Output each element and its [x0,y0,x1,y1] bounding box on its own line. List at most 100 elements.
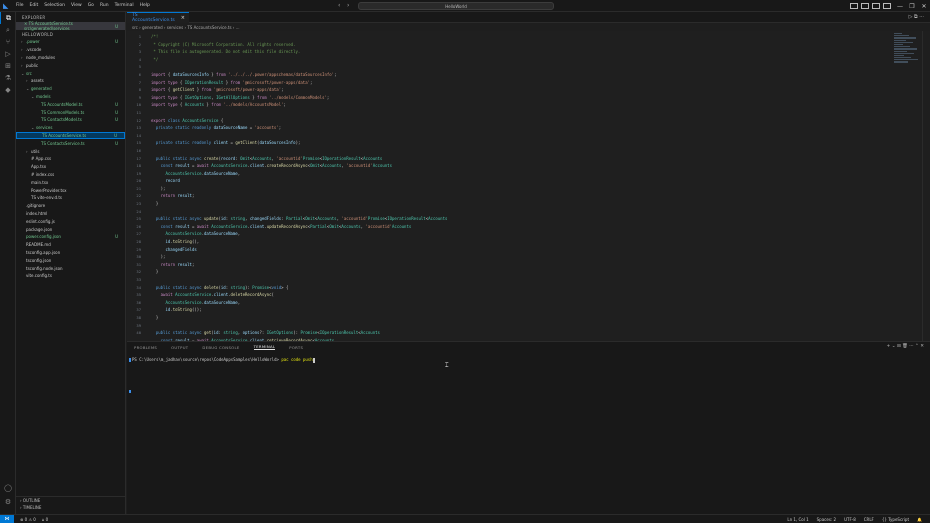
tree-item[interactable]: › node_modules [16,54,125,62]
tree-item[interactable]: # index.css [16,171,125,179]
customize-layout-icon[interactable] [883,3,891,9]
back-arrow-icon[interactable]: ‹ [338,2,340,9]
encoding[interactable]: UTF-8 [844,517,856,522]
forward-arrow-icon[interactable]: › [347,2,349,9]
code-line[interactable] [151,63,891,71]
tree-item[interactable]: index.html [16,210,125,218]
tree-item[interactable]: › .power U [16,38,125,46]
code-line[interactable]: public static async create(record: Omit<… [151,155,891,163]
code-line[interactable]: private static readonly dataSourceName =… [151,124,891,132]
code-line[interactable]: changedFields [151,246,891,254]
menu-edit[interactable]: Edit [30,3,39,8]
code-line[interactable]: AccountsService.dataSourceName, [151,299,891,307]
remote-indicator-icon[interactable]: ⋈ [0,514,14,523]
tab-terminal[interactable]: TERMINAL [253,344,276,350]
tree-item[interactable]: eslint.config.js [16,217,125,225]
tree-item[interactable]: › assets [16,77,125,85]
minimap[interactable] [894,33,920,63]
menu-selection[interactable]: Selection [44,3,65,8]
code-line[interactable] [151,208,891,216]
indentation[interactable]: Spaces: 2 [817,517,836,522]
language-mode[interactable]: {} TypeScript [882,517,909,522]
tree-item[interactable]: power.config.json U [16,233,125,241]
code-line[interactable]: return result; [151,192,891,200]
toggle-secondary-sidebar-icon[interactable] [872,3,880,9]
tree-item[interactable]: PowerProvider.tsx [16,186,125,194]
code-line[interactable]: import type { IOperationResult } from '@… [151,79,891,87]
code-line[interactable]: import { getClient } from '@microsoft/po… [151,86,891,94]
close-window-button[interactable]: ✕ [918,3,930,10]
code-line[interactable]: AccountsService.dataSourceName, [151,230,891,238]
editor-scrollbar[interactable] [922,31,930,341]
tree-item[interactable]: › public [16,61,125,69]
timeline-section[interactable]: › TIMELINE [16,504,125,511]
code-line[interactable] [151,132,891,140]
code-line[interactable]: /*! [151,33,891,41]
tree-item[interactable]: vite.config.ts [16,272,125,280]
tab-ports[interactable]: PORTS [289,345,303,350]
account-icon[interactable]: ◯ [0,482,16,494]
code-line[interactable]: export class AccountsService { [151,117,891,125]
tree-item[interactable]: main.tsx [16,178,125,186]
tab-debug-console[interactable]: DEBUG CONSOLE [202,345,239,350]
terminal-line[interactable]: PS C:\Users\m_jadhav\source\repos\CodeAp… [132,357,316,363]
search-icon[interactable]: ⌕ [0,24,16,36]
code-line[interactable]: return result; [151,261,891,269]
code-line[interactable]: id.toString()); [151,306,891,314]
notifications-icon[interactable]: 🔔 [917,517,922,522]
menu-run[interactable]: Run [100,3,109,8]
code-line[interactable]: } [151,200,891,208]
command-center-search[interactable]: HelloWorld [358,2,554,10]
menu-view[interactable]: View [71,3,82,8]
restore-button[interactable]: ❐ [906,3,918,10]
code-line[interactable]: record [151,177,891,185]
power-platform-icon[interactable]: ◆ [0,84,16,96]
code-line[interactable]: } [151,314,891,322]
code-line[interactable]: await AccountsService.client.deleteRecor… [151,291,891,299]
code-line[interactable] [151,147,891,155]
tree-item[interactable]: TS AccountsService.ts U [16,131,125,140]
menu-file[interactable]: File [16,3,24,8]
panel-actions[interactable]: + ⌄ ⊟ 🗑 ··· ⌃ ✕ [887,344,924,349]
code-line[interactable]: AccountsService.dataSourceName, [151,170,891,178]
tab-output[interactable]: OUTPUT [171,345,188,350]
code-line[interactable]: import type { Accounts } from '../models… [151,101,891,109]
tree-item[interactable]: tsconfig.app.json [16,249,125,257]
testing-icon[interactable]: ⚗ [0,72,16,84]
files-icon[interactable]: ⧉ [0,12,16,24]
close-tab-icon[interactable]: × [181,15,185,21]
code-line[interactable]: public static async get(id: string, opti… [151,329,891,337]
tree-item[interactable]: ⌄ src [16,69,125,77]
tree-item[interactable]: ⌄ models [16,93,125,101]
tree-item[interactable]: tsconfig.node.json [16,264,125,272]
line-ending[interactable]: CRLF [864,517,874,522]
breadcrumb[interactable]: src › generated › services › TS Accounts… [127,23,930,31]
code-line[interactable]: import { dataSourcesInfo } from '../../.… [151,71,891,79]
tree-item[interactable]: package.json [16,225,125,233]
problems-status[interactable]: ⊗ 0 ⚠ 0 [20,517,36,522]
project-title[interactable]: HELLOWORLD [16,30,125,38]
menu-go[interactable]: Go [88,3,94,8]
code-line[interactable]: * Copyright (C) Microsoft Corporation. A… [151,41,891,49]
tree-item[interactable]: TS vite-env.d.ts [16,194,125,202]
tree-item[interactable]: TS ContactsService.ts U [16,139,125,147]
tree-item[interactable]: ⌄ services [16,124,125,132]
code-line[interactable]: import type { IGetOptions, IGetAllOption… [151,94,891,102]
tree-item[interactable]: › utils [16,147,125,155]
menu-help[interactable]: Help [140,3,150,8]
settings-icon[interactable]: ⚙ [0,496,16,508]
code-line[interactable]: public static async delete(id: string): … [151,284,891,292]
tree-item[interactable]: README.md [16,241,125,249]
source-control-icon[interactable]: ⑂ [0,36,16,48]
tree-item[interactable]: # App.css [16,155,125,163]
toggle-sidebar-icon[interactable] [850,3,858,9]
extensions-icon[interactable]: ⊞ [0,60,16,72]
code-line[interactable]: const result = await AccountsService.cli… [151,223,891,231]
code-line[interactable] [151,276,891,284]
code-line[interactable]: ); [151,253,891,261]
code-line[interactable]: } [151,268,891,276]
tab-problems[interactable]: PROBLEMS [134,345,157,350]
toggle-panel-icon[interactable] [861,3,869,9]
outline-section[interactable]: › OUTLINE [16,496,125,503]
minimize-button[interactable]: — [894,3,906,10]
